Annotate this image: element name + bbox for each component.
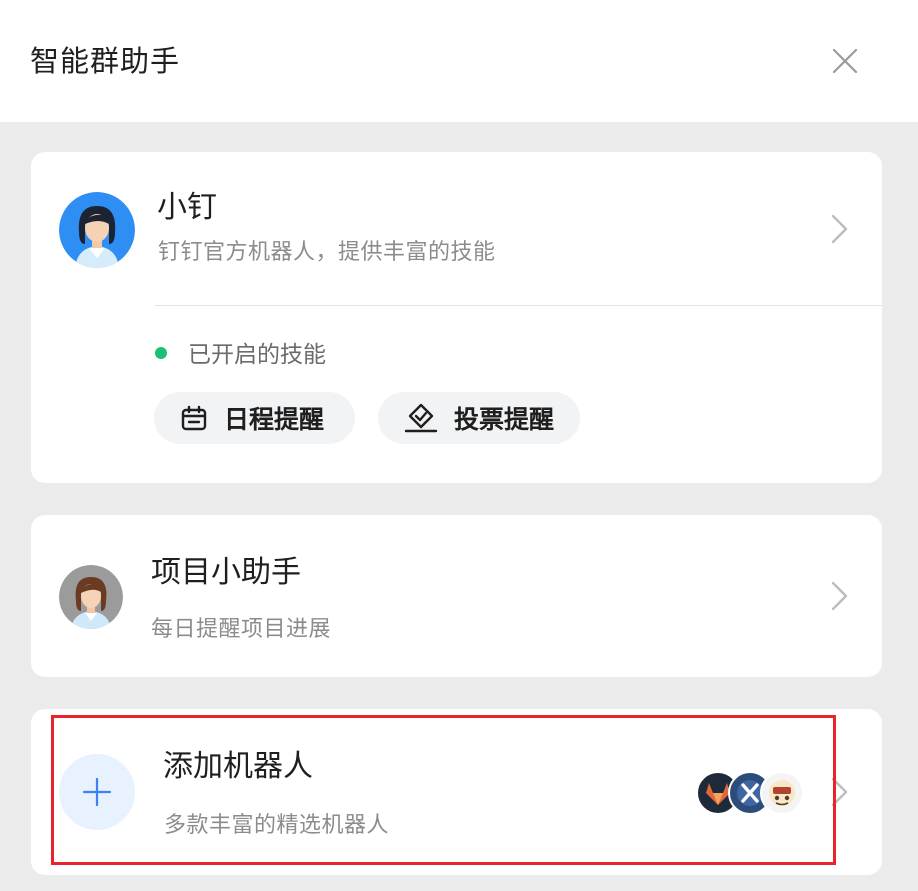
assistant-description: 每日提醒项目进展: [151, 617, 332, 642]
close-icon: [832, 48, 858, 74]
close-button[interactable]: [826, 42, 864, 80]
add-robot-title: 添加机器人: [163, 749, 313, 784]
assistant-name: 小钉: [157, 190, 217, 225]
enabled-skills-label: 已开启的技能: [188, 342, 326, 368]
assistant-name: 项目小助手: [151, 555, 301, 590]
skill-label: 日程提醒: [224, 405, 325, 434]
assistant-card-project-helper[interactable]: 项目小助手 每日提醒项目进展: [31, 515, 882, 677]
robot-preview-stack: [696, 771, 808, 815]
chevron-right-icon: [831, 214, 848, 244]
add-robot-description: 多款丰富的精选机器人: [164, 813, 390, 838]
project-helper-avatar: [59, 565, 123, 629]
divider: [155, 305, 882, 306]
assistant-card-xiaoding[interactable]: 小钉 钉钉官方机器人，提供丰富的技能 已开启的技能 日程提醒 投票提醒: [31, 152, 882, 483]
skill-chip-schedule-reminder[interactable]: 日程提醒: [154, 392, 355, 444]
xiaoding-avatar: [59, 192, 135, 268]
mascot-bot-icon: [760, 771, 804, 815]
skill-chip-vote-reminder[interactable]: 投票提醒: [378, 392, 580, 444]
calendar-icon: [181, 405, 207, 431]
panel-header: 智能群助手: [0, 0, 918, 122]
plus-icon: [82, 777, 112, 807]
add-robot-button[interactable]: [59, 754, 135, 830]
vote-icon: [404, 403, 438, 433]
panel-title: 智能群助手: [30, 44, 181, 78]
chevron-right-icon: [831, 777, 848, 807]
chevron-right-icon: [831, 581, 848, 611]
add-robot-card[interactable]: 添加机器人 多款丰富的精选机器人: [31, 709, 882, 875]
skill-label: 投票提醒: [454, 405, 555, 434]
assistant-description: 钉钉官方机器人，提供丰富的技能: [158, 240, 496, 265]
status-indicator: [155, 347, 167, 359]
